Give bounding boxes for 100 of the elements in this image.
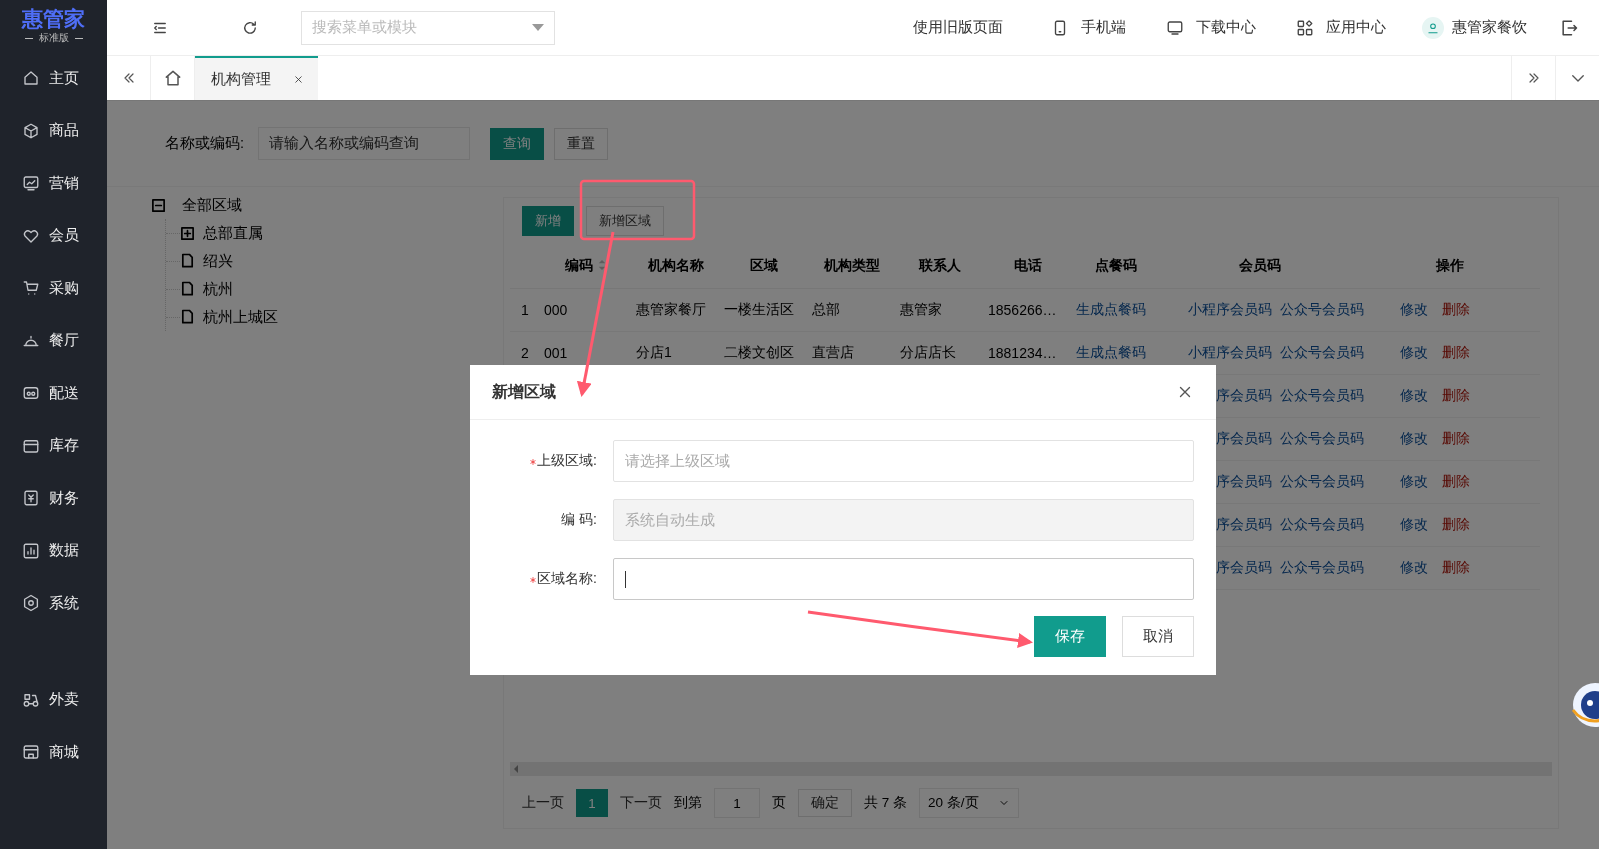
store-icon	[22, 743, 40, 762]
table-cell: 2	[521, 345, 529, 361]
required-mark-icon	[530, 459, 537, 465]
table-cell: 000	[544, 302, 568, 318]
file-icon	[180, 280, 195, 298]
name-code-field[interactable]: 请输入名称或编码查询	[258, 127, 471, 160]
file-icon	[180, 252, 195, 270]
nav-item[interactable]: 商城	[0, 726, 107, 779]
mini-program-code-link[interactable]: 序会员码	[1216, 473, 1272, 491]
tree-item[interactable]: 全部区域	[182, 195, 242, 215]
query-button[interactable]: 查询	[490, 127, 545, 160]
mini-program-code-link[interactable]: 序会员码	[1216, 387, 1272, 405]
tree-item[interactable]: 绍兴	[203, 251, 233, 271]
mini-program-code-link[interactable]: 小程序会员码	[1188, 301, 1272, 319]
page-number[interactable]: 1	[576, 789, 608, 817]
official-account-code-link[interactable]: 公众号会员码	[1280, 430, 1364, 448]
tree-item[interactable]: 杭州	[203, 279, 233, 299]
table-cell: 1	[521, 302, 529, 318]
official-account-code-link[interactable]: 公众号会员码	[1280, 473, 1364, 491]
page-tab[interactable]: 机构管理	[195, 56, 318, 100]
delete-link[interactable]: 删除	[1442, 516, 1470, 532]
horizontal-scrollbar[interactable]	[510, 762, 1552, 776]
tree-item[interactable]: 总部直属	[203, 223, 263, 243]
official-account-code-link[interactable]: 公众号会员码	[1280, 301, 1364, 319]
mini-program-code-link[interactable]: 序会员码	[1216, 516, 1272, 534]
collapse-icon	[151, 197, 166, 213]
official-account-code-link[interactable]: 公众号会员码	[1280, 516, 1364, 534]
delete-link[interactable]: 删除	[1442, 430, 1470, 446]
delete-link[interactable]: 删除	[1442, 344, 1470, 360]
bar-chart-icon	[22, 541, 40, 560]
next-page-button[interactable]: 下一页	[620, 794, 662, 812]
table-cell: 分店1	[636, 344, 672, 360]
logo-text: 惠管家	[22, 7, 85, 31]
add-area-button[interactable]: 新增区域	[586, 206, 664, 236]
edit-link[interactable]: 修改	[1400, 559, 1428, 575]
table-cell: 总部	[812, 301, 840, 317]
add-button[interactable]: 新增	[522, 206, 574, 236]
official-account-code-link[interactable]: 公众号会员码	[1280, 387, 1364, 405]
nav-item[interactable]: 营销	[0, 157, 107, 210]
official-account-code-link[interactable]: 公众号会员码	[1280, 344, 1364, 362]
mini-program-code-link[interactable]: 小程序会员码	[1188, 344, 1272, 362]
search-field[interactable]: 搜索菜单或模块	[301, 10, 555, 45]
table-cell: 1856266…	[988, 302, 1057, 318]
nav-item[interactable]: 库存	[0, 419, 107, 472]
mobile-link[interactable]: 手机端	[1081, 18, 1126, 37]
field-label: 编 码:	[561, 511, 597, 529]
mini-program-code-link[interactable]: 序会员码	[1216, 559, 1272, 577]
delete-link[interactable]: 删除	[1442, 473, 1470, 489]
page-unit: 页	[772, 794, 786, 812]
table-cell: 直营店	[812, 344, 854, 360]
nav-item[interactable]: 主页	[0, 52, 107, 105]
user-icon[interactable]	[1422, 16, 1444, 39]
tree-item[interactable]: 杭州上城区	[203, 307, 278, 327]
nav-item[interactable]: 配送	[0, 367, 107, 420]
nav-item[interactable]: 商品	[0, 104, 107, 157]
delete-link[interactable]: 删除	[1442, 559, 1470, 575]
input-field[interactable]: 请选择上级区域	[613, 440, 1194, 482]
home-icon	[22, 69, 40, 88]
edit-link[interactable]: 修改	[1400, 473, 1428, 489]
nav-item[interactable]: 外卖	[0, 673, 107, 726]
column-header: 会员码	[1239, 257, 1281, 273]
edit-link[interactable]: 修改	[1400, 344, 1428, 360]
delete-link[interactable]: 删除	[1442, 301, 1470, 317]
confirm-button[interactable]: 确定	[798, 789, 852, 817]
dialog-title: 新增区域	[492, 381, 556, 402]
delete-link[interactable]: 删除	[1442, 387, 1470, 403]
edit-link[interactable]: 修改	[1400, 301, 1428, 317]
order-code-link[interactable]: 生成点餐码	[1076, 301, 1146, 317]
apps-link[interactable]: 应用中心	[1326, 18, 1386, 37]
nav-item[interactable]: 数据	[0, 524, 107, 577]
page-size-select[interactable]: 20 条/页	[919, 788, 1019, 818]
table-cell: 一楼生活区	[724, 301, 794, 317]
order-code-link[interactable]: 生成点餐码	[1076, 344, 1146, 360]
edit-link[interactable]: 修改	[1400, 430, 1428, 446]
column-header: 操作	[1436, 257, 1464, 273]
apps-icon	[1296, 18, 1314, 37]
old-version-link[interactable]: 使用旧版页面	[913, 18, 1003, 37]
nav-item[interactable]: 会员	[0, 209, 107, 262]
input-field[interactable]	[613, 558, 1194, 600]
filter-label: 名称或编码:	[165, 134, 245, 153]
nav-item[interactable]: 系统	[0, 577, 107, 630]
column-header: 点餐码	[1095, 257, 1137, 273]
prev-page-button[interactable]: 上一页	[522, 794, 564, 812]
goto-label: 到第	[674, 794, 702, 812]
save-button[interactable]: 保存	[1034, 616, 1106, 657]
table-cell: 惠管家餐厅	[636, 301, 706, 317]
cancel-button[interactable]: 取消	[1122, 616, 1194, 657]
edit-link[interactable]: 修改	[1400, 387, 1428, 403]
nav-item[interactable]: 餐厅	[0, 314, 107, 367]
nav-item[interactable]: 采购	[0, 262, 107, 315]
official-account-code-link[interactable]: 公众号会员码	[1280, 559, 1364, 577]
page-input[interactable]: 1	[714, 788, 760, 818]
download-link[interactable]: 下载中心	[1196, 18, 1256, 37]
edit-link[interactable]: 修改	[1400, 516, 1428, 532]
mini-program-code-link[interactable]: 序会员码	[1216, 430, 1272, 448]
required-mark-icon	[530, 577, 537, 583]
nav-item[interactable]: 财务	[0, 472, 107, 525]
reset-button[interactable]: 重置	[554, 127, 609, 160]
user-name[interactable]: 惠管家餐饮	[1452, 18, 1527, 37]
chart-icon	[22, 174, 40, 193]
